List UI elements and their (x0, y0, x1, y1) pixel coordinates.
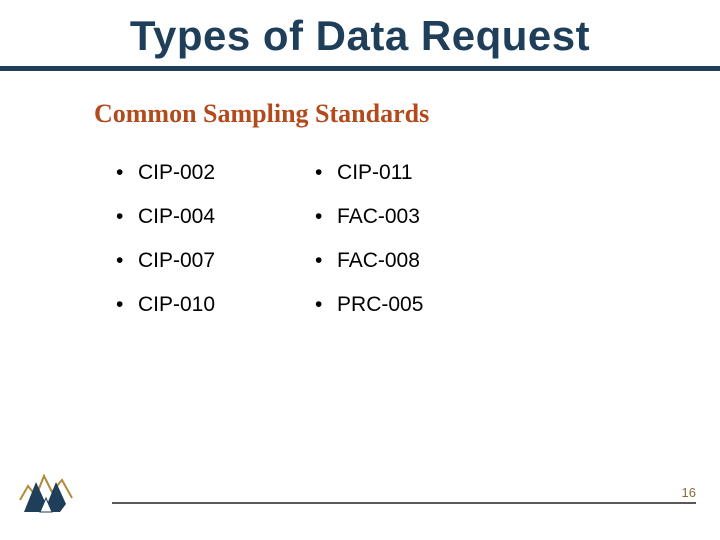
slide-title: Types of Data Request (36, 12, 684, 60)
list-item: CIP-010 (116, 283, 215, 327)
list-item: CIP-007 (116, 239, 215, 283)
list-item: CIP-002 (116, 151, 215, 195)
footer: 16 (0, 472, 720, 512)
logo-icon (16, 468, 80, 516)
left-column: CIP-002 CIP-004 CIP-007 CIP-010 (116, 151, 215, 327)
slide-subtitle: Common Sampling Standards (94, 99, 684, 129)
bullet-columns: CIP-002 CIP-004 CIP-007 CIP-010 CIP-011 … (116, 151, 684, 327)
page-number: 16 (682, 485, 696, 500)
list-item: CIP-011 (315, 151, 423, 195)
list-item: PRC-005 (315, 283, 423, 327)
right-column: CIP-011 FAC-003 FAC-008 PRC-005 (315, 151, 423, 327)
list-item: CIP-004 (116, 195, 215, 239)
slide: Types of Data Request Common Sampling St… (0, 0, 720, 540)
title-underline (0, 66, 720, 71)
footer-rule (112, 502, 696, 504)
list-item: FAC-003 (315, 195, 423, 239)
list-item: FAC-008 (315, 239, 423, 283)
